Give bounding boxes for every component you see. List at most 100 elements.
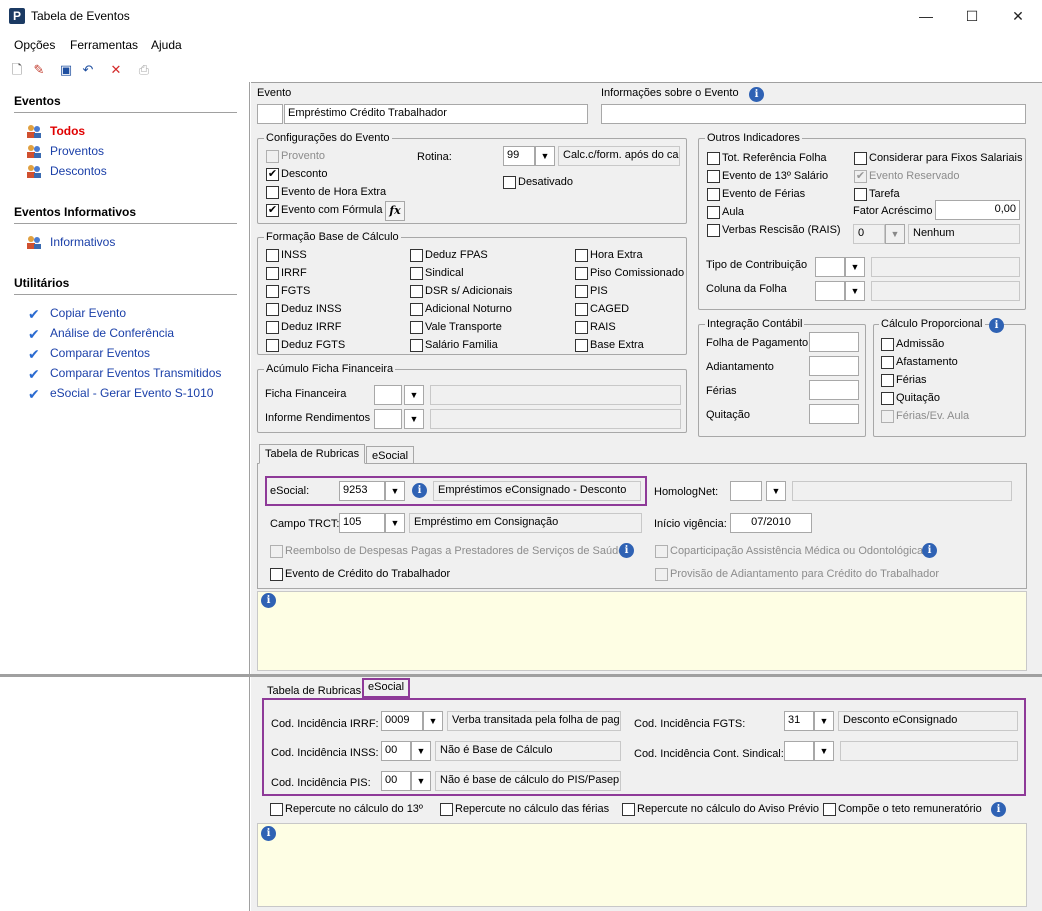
print-icon[interactable]: ⎙ <box>136 62 152 78</box>
fgts-checkbox[interactable] <box>266 285 279 298</box>
tarefa-checkbox[interactable] <box>854 188 867 201</box>
hora-extra-base-checkbox[interactable] <box>575 249 588 262</box>
provento-checkbox[interactable] <box>266 150 279 163</box>
tot-referencia-checkbox[interactable] <box>707 152 720 165</box>
formula-button[interactable]: fx <box>385 201 405 221</box>
trct-code-field[interactable]: 105 <box>339 513 385 533</box>
coluna-folha-field[interactable] <box>815 281 845 301</box>
sindical-dropdown[interactable]: ▼ <box>814 741 834 761</box>
info-icon[interactable]: i <box>989 318 1004 333</box>
info-evento-field[interactable] <box>601 104 1026 124</box>
sidebar-item-esocial-s1010[interactable]: eSocial - Gerar Evento S-1010 <box>50 386 213 400</box>
base-extra-checkbox[interactable] <box>575 339 588 352</box>
inss-checkbox[interactable] <box>266 249 279 262</box>
ferias-aula-checkbox[interactable] <box>881 410 894 423</box>
deduz-inss-checkbox[interactable] <box>266 303 279 316</box>
evento-13-checkbox[interactable] <box>707 170 720 183</box>
piso-comissionado-checkbox[interactable] <box>575 267 588 280</box>
evento-name-field[interactable]: Empréstimo Crédito Trabalhador <box>284 104 588 124</box>
fator-field[interactable]: 0,00 <box>935 200 1020 220</box>
rais-dropdown[interactable]: ▼ <box>885 224 905 244</box>
sidebar-item-comparar[interactable]: Comparar Eventos <box>50 346 150 360</box>
tab-esocial[interactable]: eSocial <box>366 446 415 464</box>
evento-ferias-checkbox[interactable] <box>707 188 720 201</box>
aula-checkbox[interactable] <box>707 206 720 219</box>
info-icon[interactable]: i <box>261 593 276 608</box>
rotina-field[interactable]: 99 <box>503 146 535 166</box>
notes-area[interactable] <box>257 591 1027 671</box>
coluna-folha-dropdown[interactable]: ▼ <box>845 281 865 301</box>
info-icon[interactable]: i <box>261 826 276 841</box>
vigencia-field[interactable]: 07/2010 <box>730 513 812 533</box>
fgts-code-field[interactable]: 31 <box>784 711 814 731</box>
rep13-checkbox[interactable] <box>270 803 283 816</box>
info-icon[interactable]: i <box>749 87 764 102</box>
sidebar-item-analise[interactable]: Análise de Conferência <box>50 326 174 340</box>
new-icon[interactable]: 🗋 <box>9 62 25 78</box>
afastamento-checkbox[interactable] <box>881 356 894 369</box>
sidebar-item-informativos[interactable]: Informativos <box>50 235 115 249</box>
desconto-checkbox[interactable]: ✔ <box>266 168 279 181</box>
homolognet-field[interactable] <box>730 481 762 501</box>
sidebar-item-descontos[interactable]: Descontos <box>50 164 107 178</box>
info-icon[interactable]: i <box>991 802 1006 817</box>
repaviso-checkbox[interactable] <box>622 803 635 816</box>
trct-dropdown[interactable]: ▼ <box>385 513 405 533</box>
pis-code-field[interactable]: 00 <box>381 771 411 791</box>
sidebar-item-comparar-transmitidos[interactable]: Comparar Eventos Transmitidos <box>50 366 221 380</box>
dsr-checkbox[interactable] <box>410 285 423 298</box>
quitacao-checkbox[interactable] <box>881 392 894 405</box>
homolognet-dropdown[interactable]: ▼ <box>766 481 786 501</box>
fgts-dropdown[interactable]: ▼ <box>814 711 834 731</box>
maximize-button[interactable]: ☐ <box>949 0 995 32</box>
rais-checkbox[interactable] <box>575 321 588 334</box>
ferias-field[interactable] <box>809 380 859 400</box>
delete-icon[interactable]: ✕ <box>108 62 124 78</box>
fixos-salariais-checkbox[interactable] <box>854 152 867 165</box>
inss-code-field[interactable]: 00 <box>381 741 411 761</box>
desativado-checkbox[interactable] <box>503 176 516 189</box>
informe-field[interactable] <box>374 409 402 429</box>
esocial-code-field[interactable]: 9253 <box>339 481 385 501</box>
menu-opcoes[interactable]: Opções <box>14 38 55 52</box>
credito-trabalhador-checkbox[interactable] <box>270 568 283 581</box>
verbas-rescisao-checkbox[interactable] <box>707 224 720 237</box>
teto-checkbox[interactable] <box>823 803 836 816</box>
sidebar-item-todos[interactable]: Todos <box>50 124 85 138</box>
notes-area-lower[interactable] <box>257 823 1027 907</box>
menu-ajuda[interactable]: Ajuda <box>151 38 182 52</box>
evento-code-field[interactable] <box>257 104 283 124</box>
ficha-field[interactable] <box>374 385 402 405</box>
irrf-checkbox[interactable] <box>266 267 279 280</box>
close-button[interactable]: ✕ <box>995 0 1041 32</box>
menu-ferramentas[interactable]: Ferramentas <box>70 38 138 52</box>
tab-esocial-lower[interactable]: eSocial <box>362 678 411 698</box>
rotina-dropdown[interactable]: ▼ <box>535 146 555 166</box>
provisao-checkbox[interactable] <box>655 568 668 581</box>
hora-extra-checkbox[interactable] <box>266 186 279 199</box>
formula-checkbox[interactable]: ✔ <box>266 204 279 217</box>
deduz-irrf-checkbox[interactable] <box>266 321 279 334</box>
rais-code[interactable]: 0 <box>853 224 885 244</box>
tab-tabela-rubricas[interactable]: Tabela de Rubricas <box>259 444 366 464</box>
irrf-code-field[interactable]: 0009 <box>381 711 423 731</box>
evento-reservado-checkbox[interactable]: ✔ <box>854 170 867 183</box>
tipo-contrib-field[interactable] <box>815 257 845 277</box>
ferias-checkbox[interactable] <box>881 374 894 387</box>
edit-icon[interactable]: ✎ <box>31 62 47 78</box>
info-icon[interactable]: i <box>922 543 937 558</box>
tipo-contrib-dropdown[interactable]: ▼ <box>845 257 865 277</box>
pis-checkbox[interactable] <box>575 285 588 298</box>
informe-dropdown[interactable]: ▼ <box>404 409 424 429</box>
coparticipacao-checkbox[interactable] <box>655 545 668 558</box>
irrf-dropdown[interactable]: ▼ <box>423 711 443 731</box>
undo-icon[interactable]: ↶ <box>80 62 96 78</box>
esocial-dropdown[interactable]: ▼ <box>385 481 405 501</box>
salario-familia-checkbox[interactable] <box>410 339 423 352</box>
adiantamento-field[interactable] <box>809 356 859 376</box>
sindical-checkbox[interactable] <box>410 267 423 280</box>
sidebar-item-copiar[interactable]: Copiar Evento <box>50 306 126 320</box>
ficha-dropdown[interactable]: ▼ <box>404 385 424 405</box>
reembolso-checkbox[interactable] <box>270 545 283 558</box>
adicional-noturno-checkbox[interactable] <box>410 303 423 316</box>
